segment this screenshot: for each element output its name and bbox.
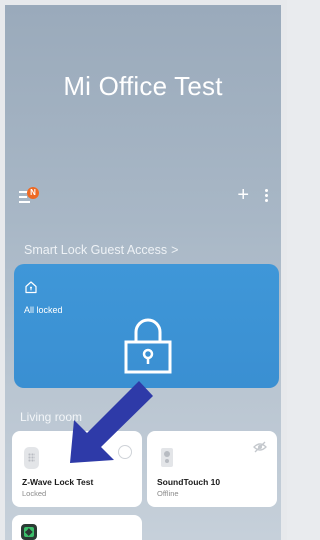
device-card-speaker[interactable]: SoundTouch 10 Offline (147, 431, 277, 507)
app-screen: Mi Office Test N + Smart Lock Guest Acce… (0, 0, 287, 540)
offline-icon (253, 441, 267, 453)
home-lock-icon (25, 281, 37, 294)
device-name: SoundTouch 10 (157, 477, 221, 487)
toolbar: N + (19, 185, 271, 206)
chevron-right-icon: > (171, 243, 179, 257)
guest-access-label: Smart Lock Guest Access (24, 243, 168, 257)
notification-badge[interactable]: N (27, 187, 39, 199)
device-status: Locked (22, 489, 47, 498)
room-title: Living room (20, 410, 83, 424)
hub-icon (21, 524, 37, 540)
device-card-hub[interactable] (12, 515, 142, 540)
device-name: Z-Wave Lock Test (22, 477, 94, 487)
add-device-button[interactable]: + (237, 185, 249, 205)
device-status: Offline (157, 489, 179, 498)
padlock-icon (124, 318, 172, 374)
power-toggle-icon[interactable] (118, 445, 132, 459)
more-options-icon[interactable] (265, 189, 269, 203)
speaker-icon (161, 448, 173, 467)
lock-summary-card[interactable]: All locked (14, 264, 279, 388)
home-title: Mi Office Test (63, 71, 223, 101)
guest-access-link[interactable]: Smart Lock Guest Access > (24, 243, 178, 257)
door-lock-icon (24, 447, 39, 469)
lock-summary-status: All locked (24, 305, 63, 315)
device-card-lock[interactable]: Z-Wave Lock Test Locked (12, 431, 142, 507)
